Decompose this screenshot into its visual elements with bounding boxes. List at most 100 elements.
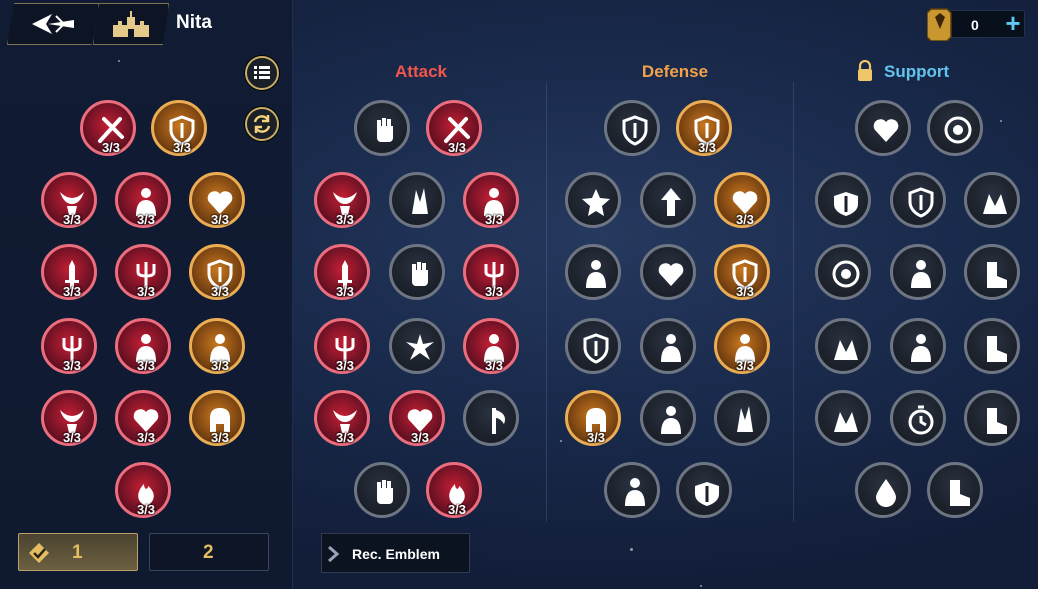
support-emblem-target[interactable] [815, 244, 871, 300]
defense-emblem-helmet[interactable]: 3/3 [565, 390, 621, 446]
defense-emblem-shield[interactable]: 3/3 [676, 100, 732, 156]
sparkle-figure-icon [661, 406, 681, 434]
support-emblem-boot-wing[interactable] [964, 244, 1020, 300]
preview-emblem-crest-shield[interactable]: 3/3 [189, 244, 245, 300]
defense-emblem-crowned-figure[interactable]: 3/3 [714, 318, 770, 374]
back-button[interactable] [7, 3, 99, 45]
hand-sparkle-icon [834, 412, 858, 432]
bound-fist-icon [412, 262, 428, 286]
preview-emblem-horned-skull[interactable]: 3/3 [41, 390, 97, 446]
attack-emblem-horned-skull[interactable]: 3/3 [314, 390, 370, 446]
support-emblem-hand-sparkle[interactable] [815, 390, 871, 446]
emblem-level-count: 3/3 [136, 502, 156, 517]
back-arrow-icon [32, 14, 74, 34]
support-emblem-chain-shield[interactable] [890, 172, 946, 228]
emblem-level-count: 3/3 [62, 284, 82, 299]
support-emblem-hands-heart[interactable] [964, 172, 1020, 228]
emblem-level-count: 3/3 [586, 430, 606, 445]
refresh-icon [253, 115, 271, 133]
attack-emblem-triple-sword[interactable]: 3/3 [463, 244, 519, 300]
attack-emblem-gauntlet-sparkle[interactable] [354, 462, 410, 518]
attack-emblem-flame[interactable]: 3/3 [426, 462, 482, 518]
defense-emblem-shield[interactable] [604, 100, 660, 156]
preview-emblem-crowned-figure[interactable]: 3/3 [189, 318, 245, 374]
attack-emblem-shattered-glass[interactable] [389, 172, 445, 228]
rec-emblem-button[interactable]: Rec. Emblem [321, 533, 470, 573]
defense-emblem-crest-shield[interactable]: 3/3 [714, 244, 770, 300]
support-emblem-water-drop[interactable] [855, 462, 911, 518]
list-view-button[interactable] [245, 56, 279, 90]
defense-emblem-star-shield[interactable] [565, 172, 621, 228]
defense-emblem-meditating-figure[interactable] [604, 462, 660, 518]
attack-emblem-power-up-figure[interactable]: 3/3 [463, 172, 519, 228]
emblem-set-tab-2[interactable]: 2 [149, 533, 269, 571]
preview-emblem-arrow-hit-figure[interactable]: 3/3 [115, 318, 171, 374]
attack-emblem-spike-burst[interactable] [389, 318, 445, 374]
rec-emblem-label: Rec. Emblem [352, 546, 440, 562]
emblem-level-count: 3/3 [62, 358, 82, 373]
defense-emblem-arrow-up[interactable] [640, 172, 696, 228]
defense-emblem-cracked-heart[interactable] [640, 244, 696, 300]
attack-emblem-arrow-hit-figure[interactable]: 3/3 [463, 318, 519, 374]
emblem-level-count: 3/3 [172, 140, 192, 155]
defense-emblem-arrow-shield[interactable] [565, 318, 621, 374]
defense-emblem-guard-figure[interactable] [640, 318, 696, 374]
preview-emblem-shield[interactable]: 3/3 [151, 100, 207, 156]
attack-emblem-single-sword[interactable]: 3/3 [314, 244, 370, 300]
attack-emblem-axe[interactable] [463, 390, 519, 446]
preview-emblem-broken-heart[interactable]: 3/3 [115, 390, 171, 446]
emblem-level-count: 3/3 [62, 212, 82, 227]
attack-emblem-fist[interactable] [354, 100, 410, 156]
defense-emblem-chain-block[interactable] [714, 390, 770, 446]
support-emblem-boot-gear[interactable] [964, 390, 1020, 446]
support-emblem-stopwatch[interactable] [890, 390, 946, 446]
preview-emblem-heart-plus[interactable]: 3/3 [189, 172, 245, 228]
attack-emblem-bound-fist[interactable] [389, 244, 445, 300]
add-currency-button[interactable]: + [1001, 10, 1025, 36]
support-emblem-winged-shield[interactable] [815, 172, 871, 228]
attack-emblem-broken-heart[interactable]: 3/3 [389, 390, 445, 446]
defense-emblem-sparkle-figure[interactable] [640, 390, 696, 446]
reset-button[interactable] [245, 107, 279, 141]
emblem-level-count: 3/3 [447, 140, 467, 155]
home-button[interactable] [93, 3, 169, 45]
preview-emblem-helmet[interactable]: 3/3 [189, 390, 245, 446]
lock-icon [858, 60, 872, 81]
support-emblem-crowned-figure[interactable] [890, 318, 946, 374]
emblem-set-tab-1[interactable]: 1 [18, 533, 138, 571]
crosshair-icon [944, 116, 972, 144]
preview-emblem-flame[interactable]: 3/3 [115, 462, 171, 518]
preview-emblem-demon-horns[interactable]: 3/3 [41, 172, 97, 228]
winged-shield-icon [695, 482, 719, 506]
category-support: Support [884, 62, 950, 81]
preview-emblem-power-up-figure[interactable]: 3/3 [115, 172, 171, 228]
defense-emblem-winged-shield[interactable] [676, 462, 732, 518]
preview-emblem-winged-trident[interactable]: 3/3 [41, 318, 97, 374]
spike-burst-icon [406, 334, 434, 360]
defense-emblem-parry-figure[interactable] [565, 244, 621, 300]
emblem-level-count: 3/3 [735, 358, 755, 373]
attack-emblem-winged-trident[interactable]: 3/3 [314, 318, 370, 374]
attack-emblem-demon-horns[interactable]: 3/3 [314, 172, 370, 228]
attack-emblem-crossed-swords[interactable]: 3/3 [426, 100, 482, 156]
support-emblem-heart-outline[interactable] [855, 100, 911, 156]
winged-shield-icon [834, 192, 858, 216]
support-emblem-crosshair[interactable] [927, 100, 983, 156]
heart-outline-icon [873, 119, 899, 142]
preview-emblem-triple-sword[interactable]: 3/3 [115, 244, 171, 300]
target-icon [832, 260, 860, 288]
support-emblem-horn[interactable] [964, 318, 1020, 374]
praying-hands-icon [834, 340, 858, 360]
preview-emblem-single-sword[interactable]: 3/3 [41, 244, 97, 300]
support-emblem-sparkle-figure[interactable] [890, 244, 946, 300]
castle-icon [113, 11, 149, 37]
defense-emblem-heart-plus[interactable]: 3/3 [714, 172, 770, 228]
horn-icon [987, 336, 1007, 362]
support-emblem-dash-boot[interactable] [927, 462, 983, 518]
emblem-level-count: 3/3 [335, 212, 355, 227]
preview-emblem-crossed-swords[interactable]: 3/3 [80, 100, 136, 156]
emblem-level-count: 3/3 [136, 212, 156, 227]
currency-value: 0 [971, 17, 979, 33]
dash-boot-icon [950, 480, 970, 506]
support-emblem-praying-hands[interactable] [815, 318, 871, 374]
